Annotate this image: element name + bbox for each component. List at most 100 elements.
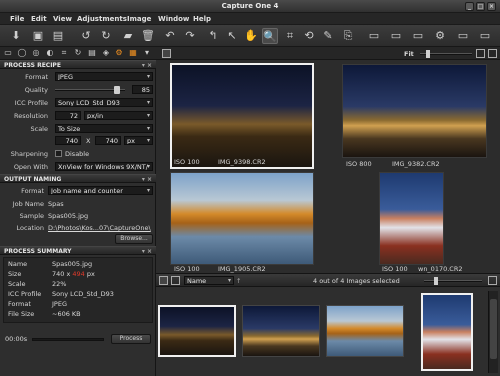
browse-button[interactable]: Browse... <box>115 234 153 244</box>
capture-icon[interactable]: ▣ <box>30 28 46 44</box>
detail-icon[interactable]: ↻ <box>73 48 83 58</box>
color-picker-icon[interactable]: ✎ <box>320 28 336 44</box>
viewer-multi-icon[interactable] <box>488 49 497 58</box>
scrollbar-thumb[interactable] <box>490 299 497 359</box>
close-section-icon[interactable]: ▾ × <box>142 61 152 70</box>
move-to-folder-icon[interactable]: ▰ <box>120 28 136 44</box>
viewer-image-4[interactable] <box>379 172 444 265</box>
process-button[interactable]: Process <box>111 334 151 344</box>
menu-bar: File Edit View Adjustments Image Window … <box>0 13 500 25</box>
icc-profile-select[interactable]: Sony LCD_Std_D93 <box>55 98 153 107</box>
import-icon[interactable]: ⬇ <box>8 28 24 44</box>
sort-direction-icon[interactable]: ↑ <box>236 277 241 285</box>
batch-icon[interactable]: ▤ <box>50 28 66 44</box>
library-icon[interactable]: ▭ <box>3 48 13 58</box>
width-input[interactable]: 740 <box>55 136 81 145</box>
color-icon[interactable]: ◎ <box>31 48 41 58</box>
window-title: Capture One 4 <box>221 2 279 10</box>
settings-icon[interactable]: ⚙ <box>432 28 448 44</box>
zoom-slider-thumb[interactable] <box>426 50 430 58</box>
filmstrip-scrollbar[interactable] <box>488 291 498 373</box>
maximize-button[interactable]: □ <box>476 2 485 11</box>
job-name-value[interactable]: Spas <box>48 200 64 208</box>
lens-icon[interactable]: ⌗ <box>59 48 69 58</box>
close-button[interactable]: × <box>487 2 496 11</box>
format-select[interactable]: JPEG <box>55 72 153 81</box>
minimize-button[interactable]: _ <box>465 2 474 11</box>
export-icon[interactable]: ▭ <box>388 28 404 44</box>
rotate-left-icon[interactable]: ↺ <box>78 28 94 44</box>
viewer-image-2[interactable] <box>342 64 487 158</box>
zoom-fit-label[interactable]: Fit <box>404 50 414 58</box>
print-icon[interactable]: ▭ <box>366 28 382 44</box>
filmstrip-thumb-3[interactable] <box>326 305 404 357</box>
browser-options-icon[interactable] <box>488 276 497 285</box>
tab-menu-icon[interactable]: ▾ <box>142 48 152 58</box>
capture-tab-icon[interactable]: ◯ <box>17 48 27 58</box>
thumbnail-size-slider[interactable] <box>424 280 482 282</box>
image-viewer: ISO 100 IMG_9398.CR2 ISO 800 IMG_9382.CR… <box>156 60 500 273</box>
filmstrip-thumb-2[interactable] <box>242 305 320 357</box>
sample-value: Spas005.jpg <box>48 212 89 220</box>
sort-select[interactable]: Name <box>184 276 234 285</box>
size-x-label: X <box>86 137 91 145</box>
crop-icon[interactable]: ⌗ <box>282 28 298 44</box>
filmstrip-thumb-4[interactable] <box>421 293 473 371</box>
process-icon[interactable]: ▭ <box>410 28 426 44</box>
pointer-icon[interactable]: ↖ <box>224 28 240 44</box>
menu-view[interactable]: View <box>53 15 72 23</box>
menu-window[interactable]: Window <box>158 15 189 23</box>
open-with-select[interactable]: XnView for Windows 9X/NT/ <box>55 162 153 171</box>
window-layout-icon[interactable]: ▭ <box>477 28 493 44</box>
adjustments-icon[interactable]: ▤ <box>87 48 97 58</box>
menu-image[interactable]: Image <box>127 15 151 23</box>
output-icon[interactable]: ⚙ <box>114 48 124 58</box>
menu-file[interactable]: File <box>10 15 24 23</box>
viewer-image-3[interactable] <box>170 172 314 265</box>
rotate-tool-icon[interactable]: ⟲ <box>301 28 317 44</box>
reset-icon[interactable]: ↰ <box>205 28 221 44</box>
output-naming-header[interactable]: OUTPUT NAMING ▾ × <box>0 174 156 183</box>
quality-label: Quality <box>24 86 48 94</box>
quality-input[interactable]: 85 <box>132 85 153 94</box>
filmstrip-thumb-1[interactable] <box>158 305 236 357</box>
grid-view-icon[interactable] <box>159 276 168 285</box>
menu-adjustments[interactable]: Adjustments <box>77 15 127 23</box>
viewer-mode-icon[interactable] <box>162 49 171 58</box>
title-bar: Capture One 4 _ □ × <box>0 0 500 13</box>
height-input[interactable]: 740 <box>95 136 121 145</box>
zoom-icon[interactable]: 🔍 <box>262 28 278 44</box>
quick-icon[interactable]: ▦ <box>128 48 138 58</box>
undo-icon[interactable]: ↶ <box>162 28 178 44</box>
list-view-icon[interactable] <box>171 276 180 285</box>
close-section-icon[interactable]: ▾ × <box>142 247 152 256</box>
menu-help[interactable]: Help <box>193 15 211 23</box>
viewer-image-1[interactable] <box>170 63 314 169</box>
scale-select[interactable]: To Size <box>55 124 153 133</box>
selection-status: 4 out of 4 Images selected <box>313 277 400 285</box>
process-progress-bar <box>32 338 104 341</box>
process-recipe-header[interactable]: PROCESS RECIPE ▾ × <box>0 60 156 69</box>
size-unit-select[interactable]: px <box>124 136 153 145</box>
trash-icon[interactable]: 🗑 <box>140 28 156 44</box>
close-section-icon[interactable]: ▾ × <box>142 175 152 184</box>
quality-slider-thumb[interactable] <box>114 86 120 94</box>
menu-edit[interactable]: Edit <box>31 15 47 23</box>
thumbnail-size-thumb[interactable] <box>434 277 438 285</box>
process-summary-header[interactable]: PROCESS SUMMARY ▾ × <box>0 246 156 255</box>
viewer-single-icon[interactable] <box>476 49 485 58</box>
rotate-right-icon[interactable]: ↻ <box>98 28 114 44</box>
fullscreen-icon[interactable]: ▭ <box>455 28 471 44</box>
naming-format-select[interactable]: Job name and counter <box>48 186 153 195</box>
redo-icon[interactable]: ↷ <box>182 28 198 44</box>
sharpening-checkbox[interactable] <box>55 150 62 157</box>
exposure-icon[interactable]: ◐ <box>45 48 55 58</box>
summary-width: 740 <box>52 270 65 278</box>
metadata-icon[interactable]: ◈ <box>101 48 111 58</box>
pan-icon[interactable]: ✋ <box>243 28 259 44</box>
copy-icon[interactable]: ⎘ <box>340 28 356 44</box>
location-value[interactable]: D:\Photos\Kos...07\CaptureOne\ <box>48 224 151 232</box>
resolution-unit-select[interactable]: px/in <box>84 111 153 120</box>
resolution-input[interactable]: 72 <box>55 111 81 120</box>
summary-label: Scale <box>8 280 26 288</box>
